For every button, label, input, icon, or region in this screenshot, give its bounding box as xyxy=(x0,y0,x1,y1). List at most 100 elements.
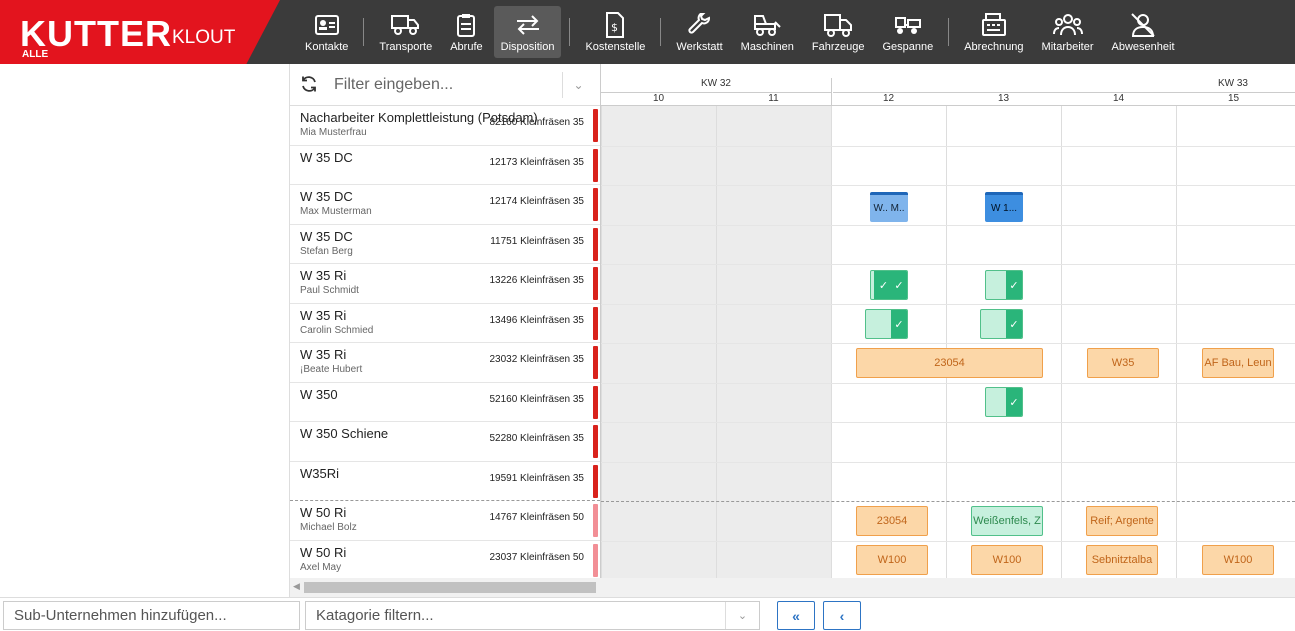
calendar-event[interactable]: Reif; Argente xyxy=(1086,506,1158,536)
user-absent-icon xyxy=(1129,12,1157,38)
calendar-event[interactable]: Weißenfels, Z xyxy=(971,506,1043,536)
resource-person: Michael Bolz xyxy=(300,522,357,533)
tenant-label: ALLE xyxy=(22,49,49,60)
row-gridline xyxy=(601,501,1295,502)
row-gridline xyxy=(601,382,1295,384)
machine-icon xyxy=(752,12,782,38)
status-flag xyxy=(593,148,598,182)
day-column-weekend xyxy=(601,106,716,578)
calendar-event[interactable]: W100 xyxy=(856,545,928,575)
calendar-event[interactable]: Sebnitztalba xyxy=(1086,545,1158,575)
nav-gespanne[interactable]: Gespanne xyxy=(875,6,940,58)
calendar-event-confirmed[interactable]: ✓ xyxy=(985,270,1023,300)
nav-abrufe[interactable]: Abrufe xyxy=(443,6,489,58)
day-label: 14 xyxy=(1112,93,1125,104)
nav-abrechnung[interactable]: Abrechnung xyxy=(957,6,1030,58)
calendar-event[interactable]: W100 xyxy=(1202,545,1274,575)
calendar-event[interactable]: W100 xyxy=(971,545,1043,575)
resource-number: 12174 Kleinfräsen 35 xyxy=(489,196,584,207)
chevron-down-icon[interactable]: ⌄ xyxy=(725,602,759,629)
nav-divider xyxy=(948,18,950,46)
first-page-button[interactable]: « xyxy=(777,601,815,630)
resource-list: Filter eingeben... ⌄ Nacharbeiter Komple… xyxy=(290,64,600,597)
refresh-icon[interactable] xyxy=(300,75,320,95)
calendar-event[interactable]: W.. M.. xyxy=(870,192,908,222)
category-filter-input[interactable]: Katagorie filtern... ⌄ xyxy=(305,601,760,630)
row-gridline xyxy=(601,224,1295,226)
van-icon xyxy=(823,12,853,38)
calendar-event-confirmed[interactable]: ✓ xyxy=(985,387,1023,417)
scrollbar-thumb[interactable] xyxy=(304,582,596,593)
horizontal-scrollbar[interactable]: ◀ xyxy=(290,578,1295,597)
nav-divider xyxy=(363,18,365,46)
scroll-left-icon[interactable]: ◀ xyxy=(293,581,300,592)
main-nav: Kontakte Transporte Abrufe Disposition $ xyxy=(296,4,1184,60)
filter-bar: Filter eingeben... ⌄ xyxy=(290,64,600,106)
resource-person: Mia Musterfrau xyxy=(300,127,367,138)
resource-row[interactable]: W 35 DC Max Musterman 12174 Kleinfräsen 35 xyxy=(290,185,600,225)
day-label: 11 xyxy=(768,93,779,104)
filter-input[interactable]: Filter eingeben... xyxy=(334,76,453,94)
svg-text:$: $ xyxy=(611,21,618,34)
resource-row[interactable]: W 35 DC Stefan Berg 11751 Kleinfräsen 35 xyxy=(290,225,600,264)
calendar-header: KW 32 KW 33 10 11 12 13 14 15 xyxy=(601,64,1295,106)
nav-label: Abrufe xyxy=(450,40,483,53)
sub-company-input[interactable]: Sub-Unternehmen hinzufügen... xyxy=(3,601,300,630)
chevron-down-icon[interactable]: ⌄ xyxy=(562,72,594,98)
status-flag xyxy=(593,346,598,379)
resource-number: 13496 Kleinfräsen 35 xyxy=(489,314,584,326)
nav-werkstatt[interactable]: Werkstatt xyxy=(669,6,729,58)
nav-abwesenheit[interactable]: Abwesenheit xyxy=(1105,6,1182,58)
resource-row[interactable]: W 35 DC 12173 Kleinfräsen 35 xyxy=(290,146,600,185)
calendar-event[interactable]: 23054 xyxy=(856,506,928,536)
truck-icon xyxy=(390,12,421,38)
resource-row[interactable]: W 350 Schiene 52280 Kleinfräsen 35 xyxy=(290,422,600,462)
week-label: KW 32 xyxy=(700,78,731,89)
row-gridline xyxy=(601,185,1295,186)
nav-label: Werkstatt xyxy=(676,40,723,53)
resource-row[interactable]: Nacharbeiter Komplettleistung (Potsdam) M… xyxy=(290,106,600,146)
row-gridline xyxy=(601,264,1295,265)
logo[interactable]: KUTTER KLOUT ALLE xyxy=(0,0,280,64)
calendar-event-confirmed[interactable]: ✓ xyxy=(865,309,908,339)
nav-transporte[interactable]: Transporte xyxy=(372,6,439,58)
check-icon: ✓ xyxy=(876,271,891,299)
status-flag xyxy=(593,425,598,458)
resource-number: 82160 Kleinfräsen 35 xyxy=(489,117,584,128)
contact-card-icon xyxy=(314,12,339,38)
resource-row[interactable]: W 50 Ri Michael Bolz 14767 Kleinfräsen 50 xyxy=(290,501,600,541)
resource-row[interactable]: W 35 Ri ¡Beate Hubert 23032 Kleinfräsen 35 xyxy=(290,343,600,383)
resource-row[interactable]: W35Ri 19591 Kleinfräsen 35 xyxy=(290,462,600,501)
calendar-event-confirmed[interactable]: ✓ xyxy=(980,309,1023,339)
nav-label: Fahrzeuge xyxy=(811,40,865,53)
calendar-event[interactable]: W 1... xyxy=(985,192,1023,222)
calendar-event[interactable]: 23054 xyxy=(856,348,1043,378)
status-flag xyxy=(593,504,598,537)
row-gridline xyxy=(601,461,1295,463)
calendar-event[interactable]: AF Bau, Leun xyxy=(1202,348,1274,378)
nav-kontakte[interactable]: Kontakte xyxy=(298,6,355,58)
status-flag xyxy=(593,188,598,221)
nav-disposition[interactable]: Disposition xyxy=(493,6,562,58)
nav-maschinen[interactable]: Maschinen xyxy=(734,6,801,58)
resource-row[interactable]: W 35 Ri Carolin Schmied 13496 Kleinfräsen … xyxy=(290,304,600,343)
resource-row[interactable]: W 350 52160 Kleinfräsen 35 xyxy=(290,383,600,422)
resource-person: Axel May xyxy=(300,561,342,573)
nav-label: Kontakte xyxy=(305,40,349,53)
users-icon xyxy=(1052,12,1083,38)
status-flag xyxy=(593,306,598,340)
calendar-event[interactable]: W35 xyxy=(1087,348,1159,378)
resource-number: 23032 Kleinfräsen 35 xyxy=(489,354,584,365)
nav-kostenstelle[interactable]: $ Kostenstelle xyxy=(578,6,652,58)
resource-row[interactable]: W 35 Ri Paul Schmidt 13226 Kleinfräsen 35 xyxy=(290,264,600,304)
nav-mitarbeiter[interactable]: Mitarbeiter xyxy=(1035,6,1101,58)
nav-fahrzeuge[interactable]: Fahrzeuge xyxy=(805,6,872,58)
previous-page-button[interactable]: ‹ xyxy=(823,601,861,630)
resource-number: 23037 Kleinfräsen 50 xyxy=(489,551,584,563)
calendar-event-confirmed[interactable]: ✓ ✓ xyxy=(870,270,908,300)
resource-row[interactable]: W 50 Ri Axel May 23037 Kleinfräsen 50 xyxy=(290,541,600,580)
arrows-exchange-icon xyxy=(514,12,542,38)
status-flag xyxy=(593,464,598,498)
day-column-weekend xyxy=(716,106,831,578)
check-icon: ✓ xyxy=(891,310,907,338)
